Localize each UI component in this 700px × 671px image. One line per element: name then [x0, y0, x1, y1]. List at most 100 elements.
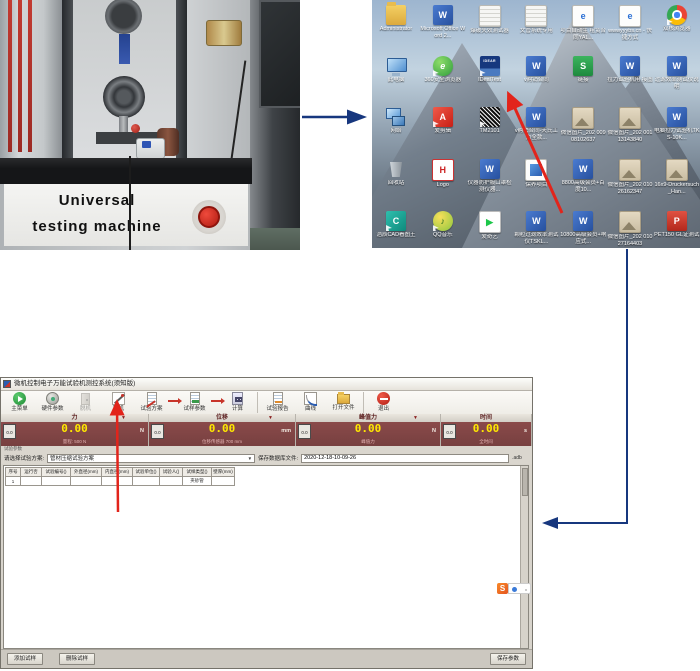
input-method-widget[interactable]: S [497, 583, 531, 594]
desktop-icon-item[interactable]: W过滤效率测试仪说明 [654, 56, 700, 90]
desktop-icon-label: 360安全浏览器 [420, 77, 466, 84]
toolbar-button-label: 试验报告 [261, 406, 294, 413]
table-cell[interactable] [212, 477, 235, 486]
table-cell[interactable] [71, 477, 102, 486]
db-file-input[interactable] [301, 454, 509, 463]
desktop-icon-label: PET150 GL证测试 [654, 232, 700, 239]
table-cell[interactable]: 1 [6, 477, 21, 486]
delete-specimen-button[interactable]: 删除试样 [59, 653, 95, 665]
toolbar-separator [363, 392, 364, 413]
desktop-icon-8800-10[interactable]: W8800高级会员+百度10... [560, 159, 606, 193]
panel-sublabel: 量程: 500 N [1, 439, 148, 445]
toolbar-button-label: 联机 [102, 406, 135, 413]
toolbar-button-sample[interactable]: 试样参数 [178, 391, 211, 414]
measurement-panels: 力▼0.00.00N量程: 500 N位移▼0.00.00mm位移传感器 700… [1, 414, 532, 446]
desktop-icon-_202-00908102637[interactable]: 微信图片_202 00908102637 [560, 107, 606, 143]
toolbar-button-openfile[interactable]: 打开文件 [327, 391, 360, 414]
toolbar-button-mainmenu[interactable]: 主菜单 [3, 391, 36, 414]
desktop-icon-Administrator[interactable]: Administrator [373, 5, 419, 33]
desktop-icon-360[interactable]: e360安全浏览器 [420, 56, 466, 84]
desktop-icon-item[interactable]: 文管系统专用 [513, 5, 559, 35]
add-specimen-button[interactable]: 添加试样 [7, 653, 43, 665]
table-cell[interactable] [21, 477, 42, 486]
desktop-icon-PET150-GL[interactable]: PPET150 GL证测试 [654, 211, 700, 239]
desktop-icon-label: 爱剪辑 [420, 128, 466, 135]
desktop-icon-QQ[interactable]: ♪QQ音乐 [420, 211, 466, 239]
desktop-icon-IDealTest[interactable]: IDEARIDealTest [467, 56, 513, 84]
desktop-icon-item[interactable]: 保养项目 [513, 159, 559, 189]
chevron-down-icon[interactable]: ▼ [248, 456, 252, 461]
toolbar-button-report[interactable]: 试验报告 [261, 391, 294, 414]
db-file-label: 保存数据库文件: [258, 454, 298, 462]
desktop-icon-label: QQ音乐 [420, 232, 466, 239]
toolbar-button-calc[interactable]: 计算 [221, 391, 254, 414]
vertical-scrollbar[interactable] [520, 466, 528, 648]
toolbar-button-online[interactable]: 联机 [102, 391, 135, 414]
desktop-icon-item[interactable]: A爱剪辑 [420, 107, 466, 135]
desktop-icon-v[interactable]: Wv购销合同-天氏工力全款... [513, 107, 559, 141]
sample-icon [190, 392, 200, 405]
table-cell[interactable] [42, 477, 71, 486]
desktop-icon-TSKL[interactable]: W颗粒过滤效率测试仪TSKL... [513, 211, 559, 245]
table-cell[interactable] [133, 477, 160, 486]
toolbar-button-hwparams[interactable]: 硬件参数 [36, 391, 69, 414]
panel-header: 时间 [441, 414, 531, 422]
desktop-icon-item[interactable]: 双核浏览器 [654, 5, 700, 33]
widget-pill[interactable] [508, 583, 531, 594]
controller-screen [142, 141, 151, 148]
toolbar-button-scheme[interactable]: 试验方案 [135, 391, 168, 414]
chevron-down-icon[interactable]: ▼ [268, 414, 273, 422]
toolbar-button-curve[interactable]: 曲线 [294, 391, 327, 414]
desktop-icon-16x9-Druckersuch_Han[interactable]: 16x9-Druckersuch_Han... [654, 159, 700, 195]
desktop-icon-YAL[interactable]: e项目自动生 租赁合同YAL... [560, 5, 606, 41]
desktop-icon-label: 颗粒过滤效率测试仪TSKL... [513, 232, 559, 245]
desktop-icon-item[interactable]: 网络 [373, 107, 419, 135]
chevron-down-icon[interactable]: ▼ [413, 414, 418, 422]
desktop-icon-item[interactable]: S链接 [560, 56, 606, 84]
panel-力: 力▼0.00.00N量程: 500 N [1, 414, 149, 446]
toolbar-button-label: 退出 [367, 406, 400, 413]
desktop-icon-label: 爆破失效测试器 [467, 28, 513, 35]
save-params-button[interactable]: 保存参数 [490, 653, 526, 665]
scheme-select[interactable]: 管材压缩试验方案 ▼ [47, 454, 255, 463]
desktop-icon-_202-00113143840[interactable]: 微信图片_202 00113143840 [607, 107, 653, 143]
image-icon [619, 211, 641, 233]
desktop-icon-Microsoft-Office-Word-[interactable]: WMicrosoft Office Word 2... [420, 5, 466, 39]
desktop-icon-wwwyyybs-cn[interactable]: ewwwyyybs.cn - 快捷方式 [607, 5, 653, 41]
desktop-icon-label: TM2101 [467, 128, 513, 135]
scheme-row: 请选择试验方案: 管材压缩试验方案 ▼ 保存数据库文件: .adb [1, 452, 532, 464]
desktop-icon-label: v购销合同 [513, 77, 559, 84]
desktop-icon-10800[interactable]: W10800高级会员+响应式... [560, 211, 606, 245]
desktop-icon-item[interactable]: 此电脑 [373, 56, 419, 84]
desktop-icon-label: 10800高级会员+响应式... [560, 232, 606, 245]
image-icon [619, 107, 641, 129]
desktop-icon-item[interactable]: ▶爱奇艺 [467, 211, 513, 241]
desktop-icon-_202-01027164403[interactable]: 微信图片_202 01027164403 [607, 211, 653, 247]
panel-sublabel: 峰值力 [296, 439, 440, 445]
cable [129, 156, 131, 250]
db-file-ext: .adb [512, 455, 522, 461]
panel-value: 0.00 [441, 422, 531, 435]
hwparams-icon [46, 392, 59, 405]
table-cell[interactable]: 夹砂管 [183, 477, 212, 486]
desktop-icon-item[interactable]: 爆破失效测试器 [467, 5, 513, 35]
desktop-icon-CAD[interactable]: C浩辰CAD看图王 [373, 211, 419, 239]
desktop-icon-item[interactable]: W拉力试验机用 接图 [607, 56, 653, 84]
desktop-icon-v[interactable]: Wv购销合同 [513, 56, 559, 84]
panel-header: 力▼ [1, 414, 148, 422]
html-icon: e [572, 5, 594, 27]
chevron-down-icon[interactable]: ▼ [121, 414, 126, 422]
table-cell[interactable] [160, 477, 183, 486]
desktop-icon-TKS-10K[interactable]: W电脑拉力试验机TKS-10K... [654, 107, 700, 141]
toolbar-button-exit[interactable]: 退出 [367, 391, 400, 414]
sogou-icon[interactable]: S [497, 583, 508, 594]
title-bar[interactable]: 微机控制电子万能试验机测控系统(须知版) [1, 378, 532, 391]
image-icon [572, 107, 594, 129]
desktop-icon-TM2101[interactable]: TM2101 [467, 107, 513, 135]
desktop-icon-_202-01026162347[interactable]: 微信图片_202 01026162347 [607, 159, 653, 195]
desktop-icon-item[interactable]: 回收站 [373, 159, 419, 187]
desktop-icon-Logo[interactable]: HLogo [420, 159, 466, 189]
desktop-icon-item[interactable]: W仪器防护服口罩检测仪器... [467, 159, 513, 193]
word-icon: W [573, 211, 593, 231]
table-cell[interactable] [102, 477, 133, 486]
